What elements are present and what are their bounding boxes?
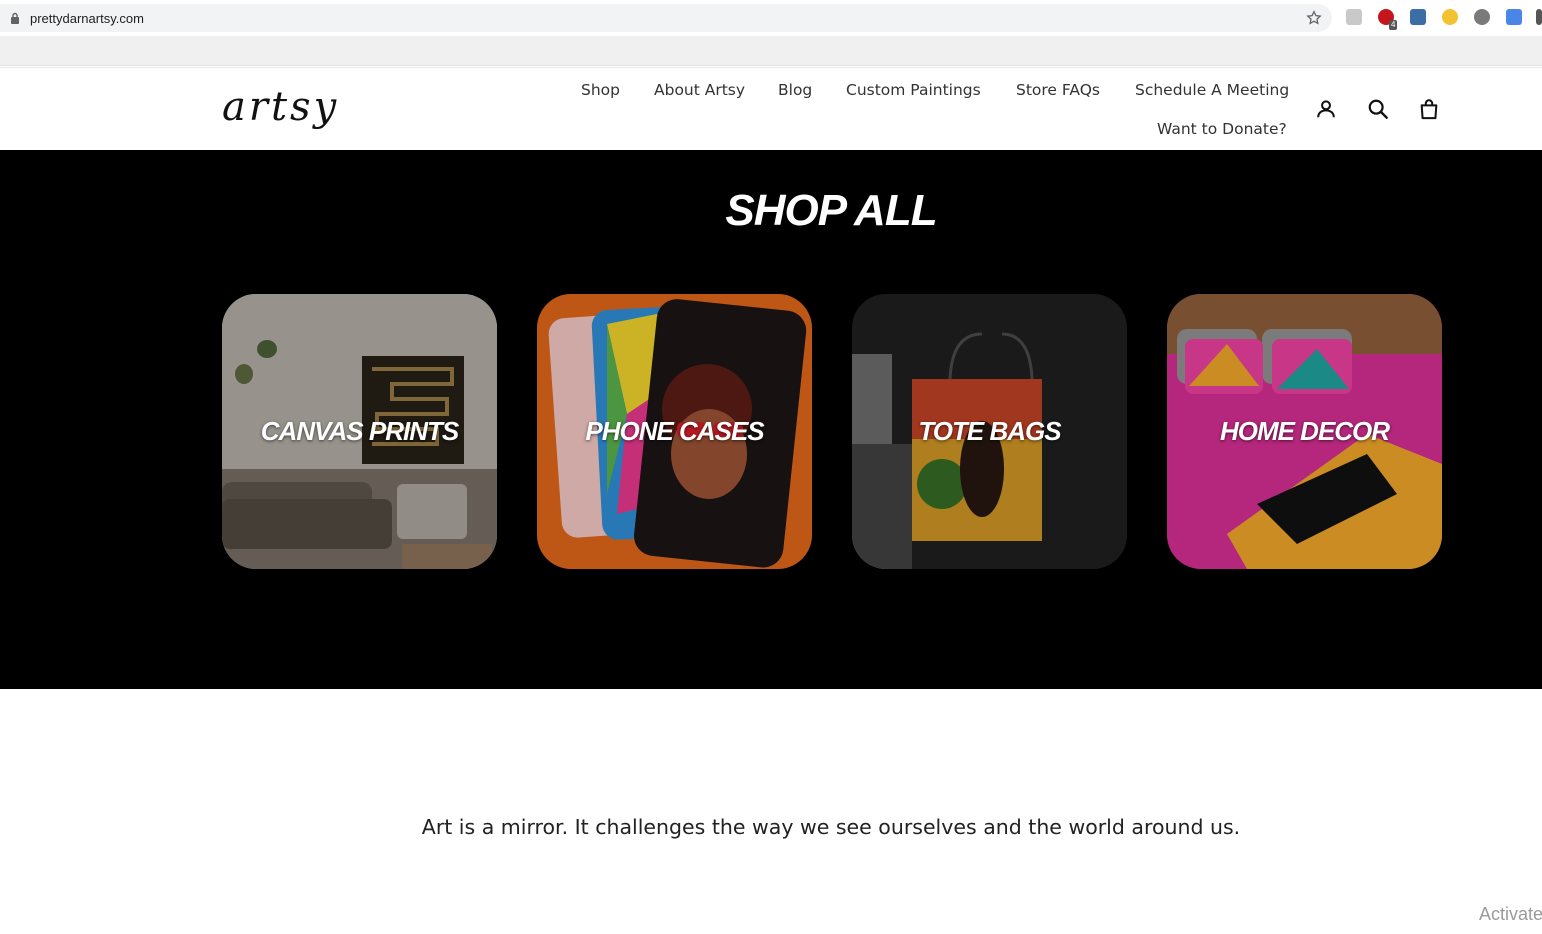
browser-toolbar: prettydarnartsy.com 4 [0, 0, 1542, 36]
nav-about-artsy[interactable]: About Artsy [654, 81, 745, 99]
extension-badge: 4 [1389, 20, 1398, 30]
category-card-canvas-prints[interactable]: CANVAS PRINTS [222, 294, 497, 569]
category-label: CANVAS PRINTS [260, 416, 459, 446]
category-card-home-decor[interactable]: HOME DECOR [1167, 294, 1442, 569]
translate-extension-icon[interactable] [1506, 9, 1522, 25]
address-bar[interactable]: prettydarnartsy.com [0, 4, 1332, 32]
site-logo[interactable]: artsy [222, 84, 339, 130]
announcement-bar [0, 36, 1542, 66]
nav-want-to-donate[interactable]: Want to Donate? [1157, 120, 1287, 138]
category-label: HOME DECOR [1219, 416, 1390, 446]
nav-custom-paintings[interactable]: Custom Paintings [846, 81, 981, 99]
quote-text: Art is a mirror. It challenges the way w… [421, 815, 1241, 839]
lock-icon [11, 12, 19, 24]
category-card-tote-bags[interactable]: TOTE BAGS [852, 294, 1127, 569]
nav-blog[interactable]: Blog [778, 81, 812, 99]
extension-icon[interactable] [1474, 9, 1490, 25]
category-label: TOTE BAGS [918, 416, 1061, 446]
account-icon[interactable] [1315, 98, 1337, 120]
activate-windows-watermark: Activate [1479, 904, 1542, 924]
nav-shop[interactable]: Shop [581, 81, 620, 99]
category-card-phone-cases[interactable]: PHONE CASES [537, 294, 812, 569]
shop-all-section: SHOP ALL CANVAS PRINTS PHONE CASES TOTE … [0, 150, 1542, 689]
bookmark-star-icon[interactable] [1305, 9, 1323, 27]
nav-store-faqs[interactable]: Store FAQs [1016, 81, 1100, 99]
extension-icon[interactable] [1410, 9, 1426, 25]
nav-schedule-meeting[interactable]: Schedule A Meeting [1135, 81, 1289, 99]
site-header: artsy Shop About Artsy Blog Custom Paint… [0, 67, 1542, 150]
category-label: PHONE CASES [585, 416, 764, 446]
bee-extension-icon[interactable] [1442, 9, 1458, 25]
url-text: prettydarnartsy.com [30, 11, 144, 26]
cart-icon[interactable] [1418, 98, 1440, 120]
extension-icon[interactable] [1346, 9, 1362, 25]
extension-icon[interactable] [1536, 9, 1542, 25]
section-title: SHOP ALL [725, 186, 937, 235]
search-icon[interactable] [1367, 98, 1389, 120]
